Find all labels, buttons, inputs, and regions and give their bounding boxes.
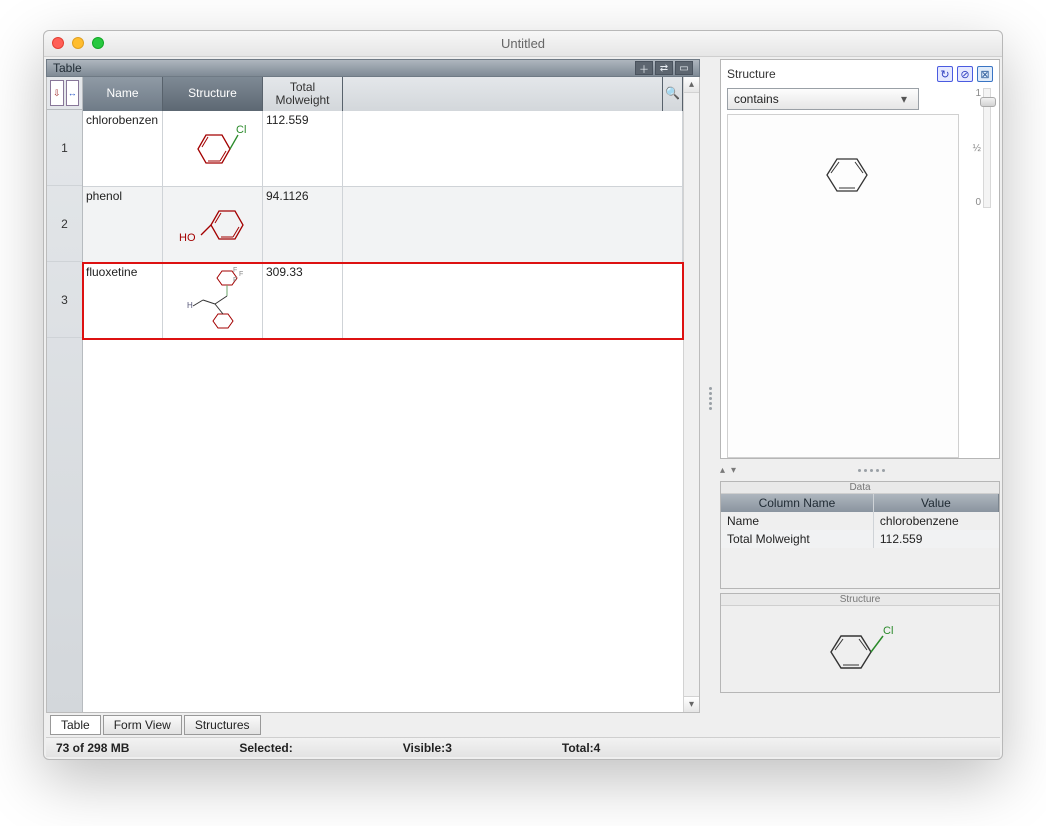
row-number[interactable]: 1	[47, 110, 82, 186]
column-header-molweight[interactable]: Total Molweight	[263, 77, 343, 111]
link-panel-button[interactable]: ⇄	[655, 61, 673, 75]
window-title: Untitled	[501, 36, 545, 51]
cell-structure: HO	[163, 187, 263, 262]
memory-status: 73 of 298 MB	[56, 741, 129, 755]
search-icon[interactable]: 🔍	[663, 77, 683, 111]
svg-text:Cl: Cl	[883, 625, 893, 637]
minimize-window-button[interactable]	[72, 37, 84, 49]
data-column-name-header[interactable]: Column Name	[721, 494, 874, 512]
structure-search-title: Structure	[727, 67, 776, 81]
similarity-slider[interactable]: 1 ½ 0	[965, 88, 991, 208]
table-row[interactable]: chlorobenzen Cl	[83, 111, 683, 187]
structure-fluoxetine: F F F H	[173, 266, 253, 336]
data-row[interactable]: Total Molweight 112.559	[721, 530, 999, 548]
structure-chlorobenzene: Cl	[178, 119, 248, 179]
cell-structure: F F F H	[163, 263, 263, 338]
svg-text:F: F	[239, 271, 243, 278]
cell-molweight: 309.33	[263, 263, 343, 338]
row-number[interactable]: 3	[47, 262, 82, 338]
structure-phenol: HO	[173, 195, 253, 255]
filter-icon[interactable]: ⇩	[50, 80, 64, 106]
horizontal-splitter[interactable]	[702, 59, 718, 737]
close-window-button[interactable]	[52, 37, 64, 49]
structure-preview-panel: Structure Cl	[720, 593, 1000, 693]
query-structure-benzene	[813, 145, 873, 205]
total-status: Total:4	[562, 741, 600, 755]
column-header-structure[interactable]: Structure	[163, 77, 263, 111]
cell-molweight: 112.559	[263, 111, 343, 186]
svg-text:F: F	[233, 277, 237, 284]
cell-name: fluoxetine	[83, 263, 163, 338]
window-controls	[52, 37, 104, 49]
left-column: Table ＋ ⇄ ▭ ⇩ ↔ 1 2	[46, 59, 700, 737]
view-tabs: Table Form View Structures	[46, 713, 700, 737]
selected-status: Selected:	[239, 741, 292, 755]
table-row-selected[interactable]: fluoxetine	[83, 263, 683, 339]
svg-text:Cl: Cl	[236, 124, 246, 136]
status-bar: 73 of 298 MB Selected: Visible:3 Total:4	[46, 737, 1000, 757]
zoom-window-button[interactable]	[92, 37, 104, 49]
tab-form-view[interactable]: Form View	[103, 715, 182, 735]
cell-name: chlorobenzen	[83, 111, 163, 186]
row-number[interactable]: 2	[47, 186, 82, 262]
data-column-value-header[interactable]: Value	[874, 494, 999, 512]
add-panel-button[interactable]: ＋	[635, 61, 653, 75]
table-header: Name Structure Total Molweight 🔍	[83, 77, 683, 111]
close-panel-icon[interactable]: ⊠	[977, 66, 993, 82]
preview-structure-chlorobenzene: Cl	[815, 614, 905, 684]
column-header-empty	[343, 77, 663, 111]
row-header-column: ⇩ ↔ 1 2 3	[47, 77, 83, 712]
content-area: Table ＋ ⇄ ▭ ⇩ ↔ 1 2	[44, 57, 1002, 759]
structure-preview-canvas: Cl	[721, 606, 999, 692]
svg-text:F: F	[233, 267, 237, 274]
data-row[interactable]: Name chlorobenzene	[721, 512, 999, 530]
search-mode-dropdown[interactable]: contains ▾	[727, 88, 919, 110]
table-panel-title: Table	[53, 61, 82, 75]
chevron-down-icon: ▾	[896, 92, 912, 106]
app-window: Untitled Table ＋ ⇄ ▭ ⇩	[43, 30, 1003, 760]
data-panel-title: Data	[721, 482, 999, 494]
cell-structure: Cl	[163, 111, 263, 186]
data-panel: Data Column Name Value Name chlorobenzen…	[720, 481, 1000, 589]
table-row[interactable]: phenol HO	[83, 187, 683, 263]
table-panel-header: Table ＋ ⇄ ▭	[46, 59, 700, 77]
tab-table[interactable]: Table	[50, 715, 101, 735]
clear-icon[interactable]: ⊘	[957, 66, 973, 82]
vertical-splitter[interactable]: ▴▾	[720, 463, 1000, 477]
column-header-name[interactable]: Name	[83, 77, 163, 111]
right-column: Structure ↻ ⊘ ⊠ contains ▾	[720, 59, 1000, 737]
vertical-scrollbar[interactable]: ▴ ▾	[683, 77, 699, 712]
table-area: ⇩ ↔ 1 2 3 Name Structure Total Molweight	[46, 77, 700, 713]
cell-molweight: 94.1126	[263, 187, 343, 262]
search-mode-value: contains	[734, 92, 779, 106]
slider-thumb[interactable]	[980, 97, 996, 107]
scroll-down-button[interactable]: ▾	[684, 696, 699, 712]
visible-status: Visible:3	[403, 741, 452, 755]
structure-search-panel: Structure ↻ ⊘ ⊠ contains ▾	[720, 59, 1000, 459]
scroll-up-button[interactable]: ▴	[684, 77, 699, 93]
titlebar: Untitled	[44, 31, 1002, 57]
resize-icon[interactable]: ↔	[66, 80, 80, 106]
tab-structures[interactable]: Structures	[184, 715, 261, 735]
maximize-panel-button[interactable]: ▭	[675, 61, 693, 75]
structure-search-canvas[interactable]	[727, 114, 959, 458]
cell-name: phenol	[83, 187, 163, 262]
svg-text:HO: HO	[179, 232, 196, 244]
svg-text:H: H	[187, 301, 193, 310]
structure-preview-title: Structure	[721, 594, 999, 606]
refresh-icon[interactable]: ↻	[937, 66, 953, 82]
